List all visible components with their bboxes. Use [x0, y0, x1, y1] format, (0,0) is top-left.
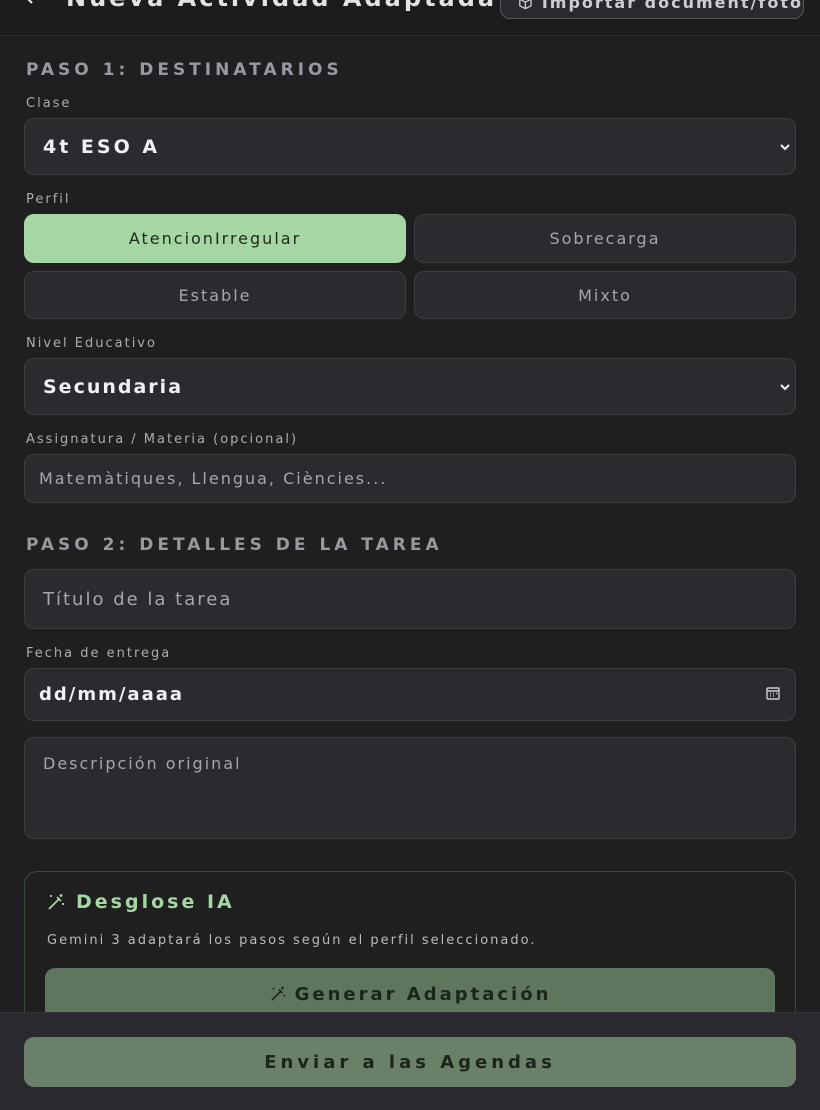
class-label: Clase — [26, 96, 72, 111]
level-label: Nivel Educativo — [26, 336, 157, 351]
app-header: Nueva Actividad Adaptada Importar docume… — [0, 0, 820, 36]
class-select-value: 4t ESO A — [43, 135, 161, 158]
description-placeholder: Descripción original — [43, 754, 242, 773]
page-title: Nueva Actividad Adaptada — [66, 0, 497, 12]
level-select[interactable]: Secundaria — [24, 358, 796, 415]
chevron-down-icon — [779, 140, 791, 154]
chevron-down-icon — [779, 380, 791, 394]
due-date-label: Fecha de entrega — [26, 646, 172, 661]
level-select-value: Secundaria — [43, 375, 184, 398]
subject-placeholder: Matemàtiques, Llengua, Ciències... — [39, 469, 388, 488]
calendar-icon[interactable] — [765, 685, 781, 705]
subject-input[interactable]: Matemàtiques, Llengua, Ciències... — [24, 454, 796, 503]
due-date-value: dd/mm/aaaa — [39, 684, 185, 705]
step2-title: PASO 2: DETALLES DE LA TAREA — [26, 535, 443, 555]
cube-icon — [519, 0, 532, 9]
due-date-input[interactable]: dd/mm/aaaa — [24, 668, 796, 721]
task-title-placeholder: Título de la tarea — [43, 588, 233, 610]
task-title-input[interactable]: Título de la tarea — [24, 569, 796, 629]
profile-chip-estable[interactable]: Estable — [24, 271, 406, 319]
back-button[interactable] — [18, 0, 42, 10]
import-label: Importar document/foto — [541, 0, 803, 12]
ai-card-title: Desglose IA — [46, 891, 235, 913]
step1-title: PASO 1: DESTINATARIOS — [26, 60, 343, 80]
profile-chip-atencion-irregular[interactable]: AtencionIrregular — [24, 214, 406, 263]
profile-label: Perfil — [26, 192, 71, 207]
generate-adaptation-label: Generar Adaptación — [294, 983, 552, 1005]
magic-wand-icon — [270, 986, 285, 1001]
profile-chip-mixto[interactable]: Mixto — [414, 271, 796, 319]
subject-label: Assignatura / Materia (opcional) — [26, 432, 299, 447]
ai-card-title-text: Desglose IA — [76, 891, 235, 913]
description-textarea[interactable]: Descripción original — [24, 737, 796, 839]
chevron-left-icon — [27, 0, 33, 4]
send-to-agendas-button[interactable]: Enviar a las Agendas — [24, 1037, 796, 1087]
import-document-button[interactable]: Importar document/foto — [500, 0, 804, 19]
profile-chip-sobrecarga[interactable]: Sobrecarga — [414, 214, 796, 263]
ai-card-description: Gemini 3 adaptará los pasos según el per… — [47, 933, 537, 948]
magic-wand-icon — [48, 894, 64, 910]
class-select[interactable]: 4t ESO A — [24, 118, 796, 175]
